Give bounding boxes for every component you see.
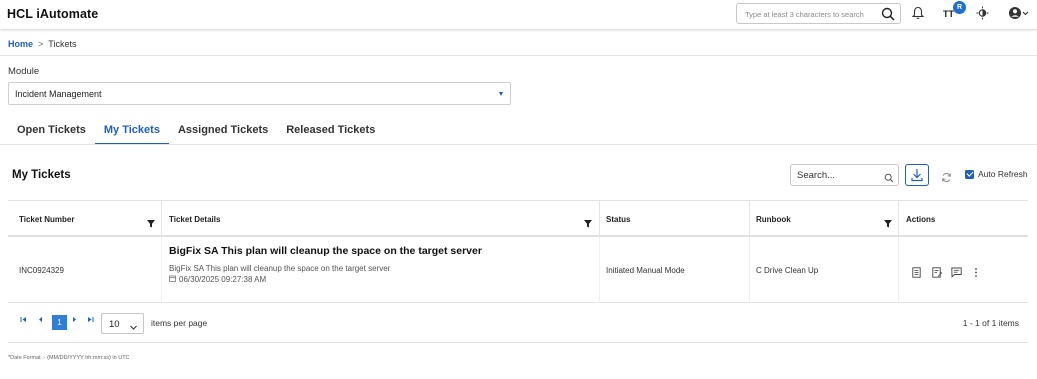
pagination-info: 1 - 1 of 1 items bbox=[962, 318, 1019, 328]
prev-page-icon[interactable] bbox=[37, 316, 44, 325]
details-icon[interactable] bbox=[912, 265, 921, 283]
divider bbox=[0, 55, 1037, 56]
more-options-icon[interactable] bbox=[974, 265, 978, 283]
breadcrumb: Home > Tickets bbox=[8, 39, 76, 49]
page-size-select[interactable]: 10 bbox=[101, 313, 144, 334]
ticket-title[interactable]: BigFix SA This plan will cleanup the spa… bbox=[169, 245, 482, 257]
refresh-icon[interactable] bbox=[941, 170, 952, 188]
theme-toggle-icon[interactable] bbox=[976, 6, 989, 25]
column-divider bbox=[898, 201, 899, 236]
column-divider bbox=[161, 237, 162, 303]
column-divider bbox=[599, 237, 600, 303]
auto-refresh-checkbox[interactable] bbox=[965, 169, 974, 179]
dropdown-caret-icon bbox=[499, 92, 503, 96]
module-label: Module bbox=[8, 66, 40, 77]
ticket-subtitle: BigFix SA This plan will cleanup the spa… bbox=[169, 264, 391, 273]
column-header-ticket-number[interactable]: Ticket Number bbox=[19, 201, 74, 236]
global-search[interactable] bbox=[736, 3, 901, 24]
table-row[interactable]: INC0924329 BigFix SA This plan will clea… bbox=[8, 237, 1028, 303]
module-selected-value: Incident Management bbox=[15, 89, 102, 99]
top-navigation-bar: HCL iAutomate TT R bbox=[0, 0, 1037, 29]
next-page-icon[interactable] bbox=[71, 316, 78, 325]
current-page[interactable]: 1 bbox=[52, 315, 67, 330]
table-header: Ticket Number Ticket Details Status Runb… bbox=[8, 200, 1028, 237]
ticket-date: 06/30/2025 09:27:38 AM bbox=[169, 275, 266, 284]
table-search[interactable] bbox=[790, 164, 899, 186]
calendar-icon bbox=[169, 275, 176, 284]
filter-icon[interactable] bbox=[884, 215, 892, 233]
bell-icon[interactable] bbox=[911, 6, 925, 25]
first-page-icon[interactable] bbox=[20, 316, 27, 325]
global-search-input[interactable] bbox=[745, 8, 880, 21]
ticket-status: Initiated Manual Mode bbox=[606, 266, 685, 275]
app-logo: HCL iAutomate bbox=[7, 7, 99, 21]
table-search-input[interactable] bbox=[797, 169, 882, 182]
page-size-value: 10 bbox=[109, 319, 120, 330]
column-divider bbox=[599, 201, 600, 236]
column-divider bbox=[161, 201, 162, 236]
module-select[interactable]: Incident Management bbox=[8, 82, 511, 105]
chevron-down-icon bbox=[129, 319, 138, 337]
tab-assigned-tickets[interactable]: Assigned Tickets bbox=[169, 118, 277, 145]
ticket-tabs: Open Tickets My Tickets Assigned Tickets… bbox=[8, 118, 384, 145]
user-account-icon[interactable] bbox=[1008, 6, 1030, 25]
breadcrumb-home-link[interactable]: Home bbox=[8, 39, 33, 49]
ticket-date-value: 06/30/2025 09:27:38 AM bbox=[179, 275, 267, 284]
column-header-actions: Actions bbox=[906, 215, 936, 224]
pagination: 1 10 items per page 1 - 1 of 1 items bbox=[8, 303, 1028, 343]
column-header-status[interactable]: Status bbox=[606, 201, 630, 236]
notes-icon[interactable] bbox=[932, 265, 943, 283]
breadcrumb-current: Tickets bbox=[48, 39, 77, 49]
ticket-number[interactable]: INC0924329 bbox=[19, 266, 64, 275]
user-badge: R bbox=[953, 1, 966, 14]
last-page-icon[interactable] bbox=[87, 316, 94, 325]
date-format-footnote: *Date Format :- (MM/DD/YYYY hh:mm:ss) in… bbox=[8, 355, 130, 361]
filter-icon[interactable] bbox=[584, 215, 592, 233]
tab-released-tickets[interactable]: Released Tickets bbox=[277, 118, 384, 145]
breadcrumb-separator: > bbox=[38, 39, 44, 49]
download-button[interactable] bbox=[905, 164, 929, 186]
auto-refresh-label: Auto Refresh bbox=[978, 169, 1028, 179]
column-header-ticket-details[interactable]: Ticket Details bbox=[169, 201, 220, 236]
search-icon[interactable] bbox=[881, 7, 895, 26]
search-icon[interactable] bbox=[884, 170, 894, 188]
comment-icon[interactable] bbox=[951, 265, 962, 283]
items-per-page-label: items per page bbox=[151, 318, 208, 328]
auto-refresh-toggle[interactable]: Auto Refresh bbox=[965, 169, 1028, 179]
section-title: My Tickets bbox=[12, 169, 71, 181]
filter-icon[interactable] bbox=[147, 215, 155, 233]
column-divider bbox=[898, 237, 899, 303]
download-icon bbox=[911, 169, 923, 182]
column-divider bbox=[749, 201, 750, 236]
tab-my-tickets[interactable]: My Tickets bbox=[94, 118, 169, 145]
column-divider bbox=[749, 237, 750, 303]
tab-open-tickets[interactable]: Open Tickets bbox=[8, 118, 95, 145]
text-size-icon[interactable]: TT bbox=[943, 9, 954, 19]
ticket-runbook: C Drive Clean Up bbox=[756, 266, 819, 275]
divider bbox=[0, 144, 1037, 145]
column-header-runbook[interactable]: Runbook bbox=[756, 201, 791, 236]
